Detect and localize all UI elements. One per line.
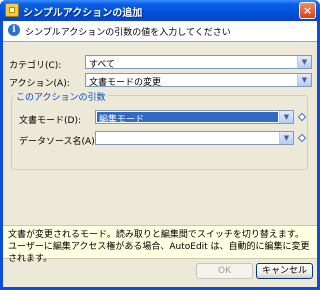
description-text: 文書が変更されるモード。読み取りと編集間でスイッチを切り替えます。ユーザーに編集… [8, 230, 310, 264]
chevron-down-icon[interactable]: ▼ [297, 56, 311, 68]
info-icon: i [8, 24, 20, 36]
info-panel: i シンプルアクションの引数の値を入力してください [3, 21, 317, 42]
description-panel: 文書が変更されるモード。読み取りと編集間でスイッチを切り替えます。ユーザーに編集… [3, 225, 317, 264]
action-dialog-icon [5, 3, 19, 17]
title-bar[interactable]: シンプルアクションの追加 × [0, 0, 320, 21]
doc-mode-label: 文書モード(D): [19, 116, 81, 126]
action-label: アクション(A): [9, 79, 70, 89]
add-simple-action-dialog: シンプルアクションの追加 × i シンプルアクションの引数の値を入力してください… [0, 0, 320, 290]
chevron-down-icon[interactable]: ▼ [297, 74, 311, 86]
action-value: 文書モードの変更 [89, 78, 162, 88]
ok-button[interactable]: OK [196, 263, 253, 279]
info-text: シンプルアクションの引数の値を入力してください [25, 28, 231, 38]
category-value: すべて [89, 60, 116, 70]
doc-mode-select[interactable]: 編集モード ▼ [95, 110, 294, 125]
category-label: カテゴリ(C): [9, 61, 62, 71]
arguments-group-title: このアクションの引数 [14, 90, 108, 103]
datasource-label: データソース名(A): [19, 137, 98, 147]
chevron-down-icon[interactable]: ▼ [279, 132, 293, 144]
doc-mode-value: 編集モード [97, 112, 278, 125]
action-select[interactable]: 文書モードの変更 ▼ [85, 73, 312, 88]
dialog-title: シンプルアクションの追加 [23, 8, 143, 19]
category-select[interactable]: すべて ▼ [85, 55, 312, 70]
chevron-down-icon[interactable]: ▼ [279, 111, 293, 123]
close-button[interactable]: × [299, 2, 316, 19]
datasource-select[interactable]: ▼ [95, 131, 294, 145]
cancel-button[interactable]: キャンセル [256, 263, 313, 279]
